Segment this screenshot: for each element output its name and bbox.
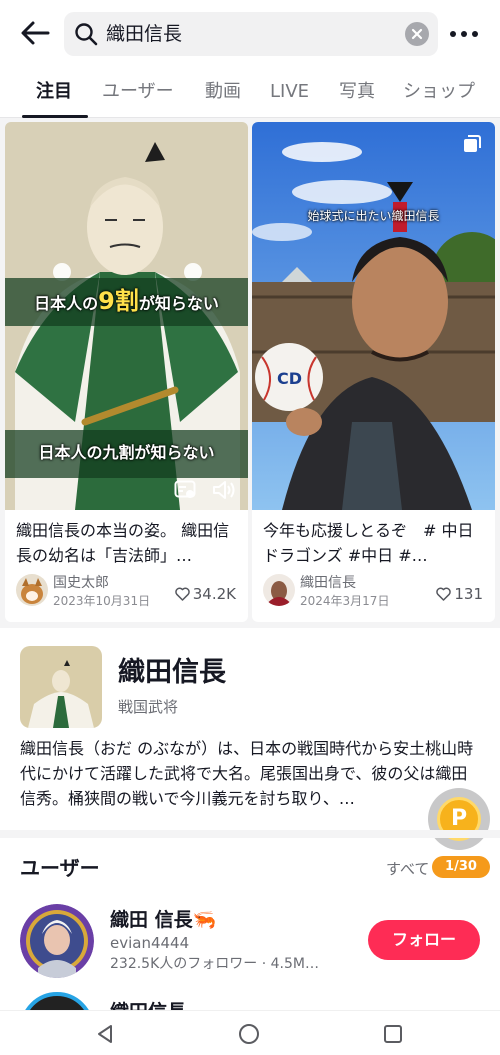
like-count: 131 [436,585,483,603]
see-all-link[interactable]: すべて [386,860,429,878]
video-card[interactable]: 日本人の9割が知らない 日本人の九割が知らない 織田信長の本当の姿。 織田信長の… [5,122,248,622]
user-handle: evian4444 [110,934,190,952]
search-input[interactable]: 織田信長 [64,12,438,56]
heart-icon [174,587,190,601]
search-tabs: 注目 ユーザー 動画 LIVE 写真 ショップ [0,70,500,118]
video-title[interactable]: 織田信長の本当の姿。 織田信長の幼名は「吉法師」… [16,518,238,568]
section-divider [0,830,500,838]
like-count: 34.2K [174,585,236,603]
knowledge-description: 織田信長（おだ のぶなが）は、日本の戦国時代から安土桃山時代にかけて活躍した武将… [20,739,474,808]
volume-icon[interactable] [212,479,236,505]
nav-home-icon[interactable] [238,1023,260,1045]
tab-featured[interactable]: 注目 [36,80,72,104]
search-query[interactable]: 織田信長 [106,22,182,46]
knowledge-subtitle: 戦国武将 [118,698,179,716]
video-title[interactable]: 今年も応援しとるぞ # 中日ドラゴンズ #中日 #… [263,518,485,568]
video-thumbnail[interactable]: CD 始球式に出たい織田信長 [252,122,495,510]
knowledge-title: 織田信長 [118,657,226,688]
tab-shop[interactable]: ショップ [403,80,475,104]
avatar[interactable] [263,574,295,606]
system-navigation-bar [0,1010,500,1055]
overlay-caption-top: 日本人の9割が知らない [34,287,219,315]
points-reward-button[interactable]: P [428,788,490,850]
video-thumbnail[interactable]: 日本人の9割が知らない 日本人の九割が知らない [5,122,248,510]
user-name[interactable]: 織田 信長🦐 [110,908,216,932]
users-section-title: ユーザー [20,856,100,880]
nav-recents-icon[interactable] [382,1023,404,1045]
page-indicator: 1/30 [432,856,490,878]
heart-icon [436,587,452,601]
avatar[interactable] [20,904,94,978]
photo-carousel-icon [462,134,482,158]
tab-live[interactable]: LIVE [270,80,309,104]
follow-button[interactable]: フォロー [368,920,480,960]
tab-users[interactable]: ユーザー [102,80,174,104]
post-date: 2024年3月17日 [300,594,390,608]
back-arrow-icon[interactable] [18,16,52,50]
user-stats: 232.5K人のフォロワー · 4.5M… [110,956,319,972]
search-icon [74,22,98,46]
overlay-caption-top: 始球式に出たい織田信長 [307,209,440,223]
author-name[interactable]: 織田信長 [300,575,356,592]
tab-photos[interactable]: 写真 [339,80,375,104]
tab-videos[interactable]: 動画 [205,80,241,104]
video-card[interactable]: CD 始球式に出たい織田信長 今年も応援しとるぞ # 中日ドラゴンズ #中日 #… [252,122,495,622]
nav-back-icon[interactable] [94,1023,116,1045]
top-bar: 織田信長 [0,0,500,68]
more-options-icon[interactable] [448,22,480,46]
author-name[interactable]: 国史太郎 [53,575,109,592]
results-feed: 日本人の9割が知らない 日本人の九割が知らない 織田信長の本当の姿。 織田信長の… [0,118,500,628]
knowledge-image[interactable] [20,646,102,728]
avatar[interactable] [16,574,48,606]
clear-search-icon[interactable] [405,22,429,46]
knowledge-panel[interactable]: 織田信長 戦国武将 織田信長（おだ のぶなが）は、日本の戦国時代から安土桃山時代… [0,628,500,830]
overlay-caption-bottom: 日本人の九割が知らない [38,443,215,462]
captions-icon[interactable] [174,480,196,504]
post-date: 2023年10月31日 [53,594,151,608]
svg-text:CD: CD [277,369,302,388]
